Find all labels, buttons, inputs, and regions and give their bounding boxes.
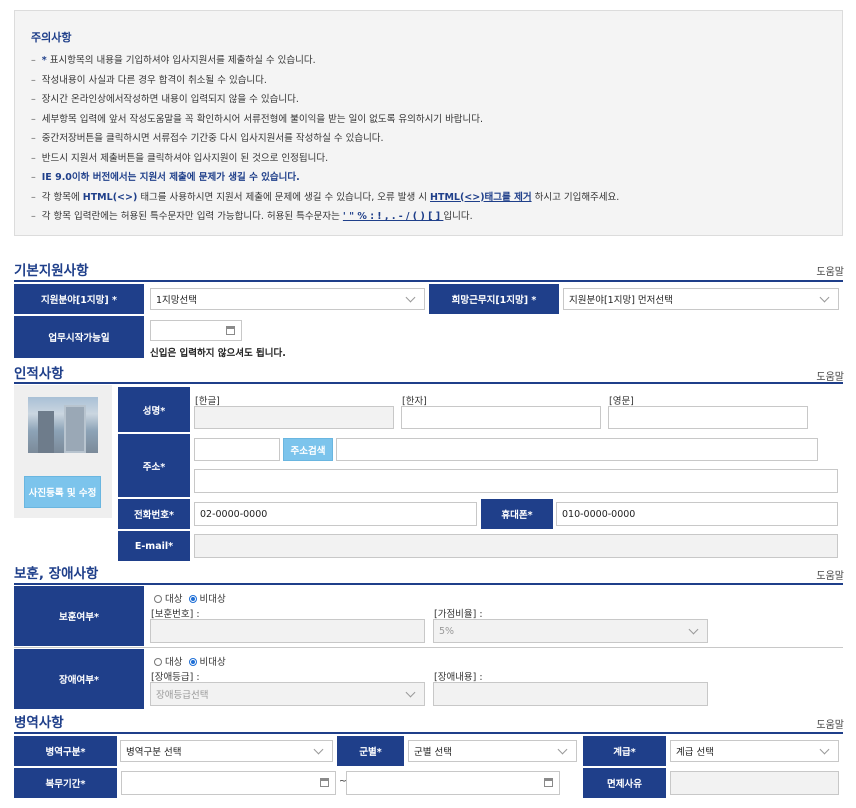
workplace-select[interactable]: 지원분야[1지망] 먼저선택 <box>563 288 839 310</box>
notice-item: – 각 항목에 HTML(<>) 태그를 사용하시면 지원서 제출에 문제에 생길… <box>31 191 620 203</box>
chevron-down-icon <box>313 744 324 755</box>
notice-item: – 세부항목 입력에 앞서 작성도움말을 꼭 확인하시어 서류전형에 불이익을 받… <box>31 113 484 125</box>
veteran-label: 보훈여부* <box>14 586 144 646</box>
bonus-rate-label: [가점비율] : <box>434 609 483 620</box>
notice-list: – * 표시항목의 내용을 기입하셔야 입사지원서를 제출하실 수 있습니다. –… <box>31 51 831 227</box>
chevron-down-icon <box>405 292 416 303</box>
military-type-label: 병역구분* <box>14 736 117 766</box>
exemption-label: 면제사유 <box>583 768 666 798</box>
phone-label: 전화번호* <box>118 499 190 529</box>
military-section-title: 병역사항 <box>14 715 64 731</box>
notice-item: – * 표시항목의 내용을 기입하셔야 입사지원서를 제출하실 수 있습니다. <box>31 55 316 66</box>
calendar-icon <box>544 778 553 787</box>
notice-item: – 작성내용이 사실과 다른 경우 합격이 취소될 수 있습니다. <box>31 74 267 86</box>
notice-box: 주의사항 – * 표시항목의 내용을 기입하셔야 입사지원서를 제출하실 수 있습… <box>14 10 843 236</box>
name-label: 성명* <box>118 387 190 432</box>
disability-radio-group[interactable]: 대상 비대상 <box>154 654 226 668</box>
chevron-down-icon <box>688 624 699 635</box>
name-hanja-input[interactable] <box>401 406 601 429</box>
mobile-input[interactable]: 010-0000-0000 <box>556 502 838 526</box>
rank-label: 계급* <box>583 736 666 766</box>
branch-label: 군별* <box>337 736 404 766</box>
mobile-label: 휴대폰* <box>481 499 553 529</box>
name-korean-label: [한글] <box>195 396 220 407</box>
service-start-input[interactable] <box>121 771 336 795</box>
disability-grade-select[interactable]: 장애등급선택 <box>150 682 425 706</box>
zipcode-input[interactable] <box>194 438 280 461</box>
field1-label: 지원분야[1지망] * <box>14 284 144 314</box>
field2-label: 희망근무지[1지망] * <box>429 284 559 314</box>
radio-target[interactable] <box>154 595 162 603</box>
help-link[interactable]: 도움말 <box>816 263 844 278</box>
service-period-label: 복무기간* <box>14 768 117 798</box>
exemption-input[interactable] <box>670 771 839 795</box>
disability-content-input[interactable] <box>433 682 708 706</box>
phone-input[interactable]: 02-0000-0000 <box>194 502 477 526</box>
radio-target[interactable] <box>154 658 162 666</box>
name-english-input[interactable] <box>608 406 808 429</box>
veteran-radio-group[interactable]: 대상 비대상 <box>154 591 226 605</box>
notice-title: 주의사항 <box>31 31 72 44</box>
notice-item: – 각 항목 입력란에는 허용된 특수문자만 입력 가능합니다. 허용된 특수문자… <box>31 211 473 222</box>
field1-select[interactable]: 1지망선택 <box>150 288 425 310</box>
notice-item: – IE 9.0이하 버전에서는 지원서 제출에 문제가 생길 수 있습니다. <box>31 172 300 183</box>
notice-item: – 반드시 지원서 제출버튼을 클릭하셔야 입사지원이 된 것으로 인정됩니다. <box>31 152 329 164</box>
basic-section-title: 기본지원사항 <box>14 263 89 279</box>
section-rule <box>14 280 843 282</box>
chevron-down-icon <box>405 687 416 698</box>
veteran-no-input[interactable] <box>150 619 425 643</box>
name-hanja-label: [한자] <box>402 396 427 407</box>
applicant-photo <box>28 397 98 453</box>
name-korean-input[interactable] <box>194 406 394 429</box>
disability-grade-label: [장애등급] : <box>151 672 200 683</box>
service-end-input[interactable] <box>346 771 560 795</box>
disability-label: 장애여부* <box>14 649 144 709</box>
help-link[interactable]: 도움말 <box>816 716 844 731</box>
start-date-note: 신입은 입력하지 않으셔도 됩니다. <box>150 348 286 359</box>
section-rule <box>14 732 843 734</box>
name-english-label: [영문] <box>609 396 634 407</box>
start-date-input[interactable] <box>150 320 242 341</box>
military-type-select[interactable]: 병역구분 선택 <box>120 740 333 762</box>
help-link[interactable]: 도움말 <box>816 368 844 383</box>
section-rule <box>14 382 843 384</box>
bonus-rate-select[interactable]: 5% <box>433 619 708 643</box>
radio-nontarget[interactable] <box>188 595 197 603</box>
calendar-icon <box>226 325 235 335</box>
notice-item: – 장시간 온라인상에서작성하면 내용이 입력되지 않을 수 있습니다. <box>31 94 299 105</box>
chevron-down-icon <box>819 744 830 755</box>
address-search-button[interactable]: 주소검색 <box>283 438 333 461</box>
address-label: 주소* <box>118 434 190 497</box>
address-input[interactable] <box>336 438 818 461</box>
disability-content-label: [장애내용] : <box>434 672 483 683</box>
row-divider <box>14 647 843 648</box>
email-label: E-mail* <box>118 531 190 561</box>
calendar-icon <box>320 778 329 787</box>
photo-upload-button[interactable]: 사진등록 및 수정 <box>24 476 101 508</box>
veteran-section-title: 보훈, 장애사항 <box>14 566 99 582</box>
help-link[interactable]: 도움말 <box>816 567 844 582</box>
notice-item: – 중간저장버튼을 클릭하시면 서류접수 기간중 다시 입사지원서를 작성하실 수… <box>31 133 384 144</box>
address-detail-input[interactable] <box>194 469 838 493</box>
start-date-label: 업무시작가능일 <box>14 316 144 358</box>
branch-select[interactable]: 군별 선택 <box>408 740 577 762</box>
chevron-down-icon <box>557 744 568 755</box>
chevron-down-icon <box>819 292 830 303</box>
radio-nontarget[interactable] <box>188 658 197 666</box>
veteran-no-label: [보훈번호] : <box>151 609 200 620</box>
email-input[interactable] <box>194 534 838 558</box>
personal-section-title: 인적사항 <box>14 366 64 382</box>
section-rule <box>14 583 843 585</box>
rank-select[interactable]: 계급 선택 <box>670 740 839 762</box>
